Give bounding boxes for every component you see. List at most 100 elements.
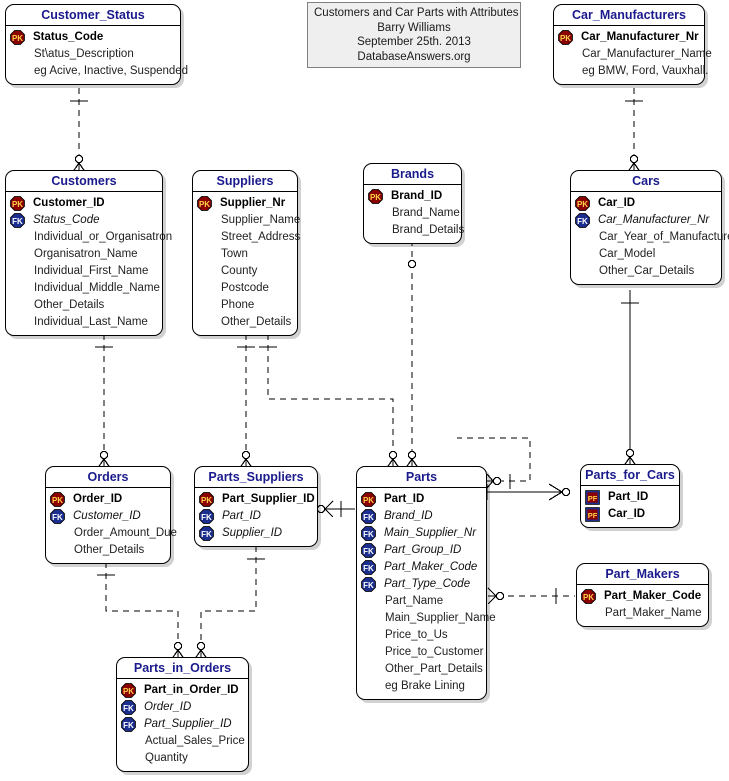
rel-customers-orders <box>94 334 114 473</box>
primary-key-icon: PK <box>575 196 590 211</box>
attribute-row: Individual_First_Name <box>10 263 158 280</box>
foreign-key-icon: FK <box>50 509 65 524</box>
attribute-label: Other_Part_Details <box>385 663 483 675</box>
attribute-list: PF Part_ID PF Car_ID <box>581 486 679 527</box>
entity-brands[interactable]: Brands PK Brand_ID Brand_Name Brand_Details <box>363 163 465 244</box>
attribute-row: FK Brand_ID <box>361 508 482 525</box>
attribute-row: Individual_or_Organisatron <box>10 229 172 246</box>
attribute-label: Part_Maker_Name <box>605 607 702 619</box>
attribute-label: Part_Maker_Code <box>604 590 702 602</box>
rel-brands-parts <box>402 240 422 473</box>
entity-title-parts: Parts <box>357 467 486 488</box>
entity-cars[interactable]: Cars PK Car_ID FK Car_Manufacturer_Nr Car_Yea… <box>570 170 729 285</box>
entity-title-cars: Cars <box>571 171 721 192</box>
attribute-row: Other_Details <box>197 314 293 331</box>
entity-title-orders: Orders <box>46 467 170 488</box>
attribute-label: Car_Manufacturer_Nr <box>598 214 710 226</box>
entity-suppliers[interactable]: Suppliers PK Supplier_Nr Supplier_Name Stree… <box>192 170 301 336</box>
entity-car_manufacturers[interactable]: Car_Manufacturers PK Car_Manufacturer_Nr Ca… <box>553 4 712 85</box>
entity-title-customer_status: Customer_Status <box>6 5 180 26</box>
attribute-row: Postcode <box>197 280 293 297</box>
primary-key-icon: PK <box>199 492 214 507</box>
entity-customers[interactable]: Customers PK Customer_ID FK Status_Code Indiv… <box>5 170 172 336</box>
rel-parts-part-makers <box>487 587 575 605</box>
attribute-list: PK Car_Manufacturer_Nr Car_Manufacturer_Na… <box>554 26 712 84</box>
attribute-row: Other_Car_Details <box>575 263 717 280</box>
attribute-row: Town <box>197 246 293 263</box>
primary-key-icon: PK <box>197 196 212 211</box>
foreign-key-icon: FK <box>361 509 376 524</box>
title-date: September 25th. 2013 <box>357 36 471 48</box>
attribute-row: Price_to_Us <box>361 627 482 644</box>
attribute-label: Customer_ID <box>73 510 141 522</box>
entity-parts[interactable]: Parts PK Part_ID FK Brand_ID FK Main_Supplier_… <box>356 466 496 700</box>
title-source: DatabaseAnswers.org <box>357 50 471 63</box>
entity-parts_suppliers[interactable]: Parts_Suppliers PK Part_Supplier_ID FK Part_… <box>194 466 318 547</box>
foreign-key-icon: FK <box>361 543 376 558</box>
primary-key-icon: PK <box>50 492 65 507</box>
rel-parts-parts-suppliers <box>316 500 355 518</box>
foreign-key-icon: FK <box>361 526 376 541</box>
attribute-row: Organisatron_Name <box>10 246 158 263</box>
attribute-row: Phone <box>197 297 293 314</box>
primary-foreign-key-icon: PF <box>585 490 600 505</box>
attribute-row: eg Brake Lining <box>361 678 482 695</box>
svg-text:FK: FK <box>201 513 212 522</box>
title-author: Barry Williams <box>377 21 451 34</box>
rel-suppliers-parts <box>259 334 403 473</box>
attribute-list: PK Part_in_Order_ID FK Order_ID FK Part_Suppl… <box>117 679 248 771</box>
entity-title-parts_suppliers: Parts_Suppliers <box>195 467 317 488</box>
attribute-label: Brand_Details <box>392 224 465 236</box>
attribute-label: Supplier_ID <box>222 527 283 539</box>
svg-text:PK: PK <box>370 193 381 202</box>
attribute-label: Supplier_Name <box>221 214 301 226</box>
entity-customer_status[interactable]: Customer_Status PK Status_Code St\atus_Desc… <box>5 4 188 85</box>
attribute-label: Car_ID <box>608 508 646 520</box>
attribute-row: FK Part_Type_Code <box>361 576 482 593</box>
primary-foreign-key-icon: PF <box>585 507 600 522</box>
svg-text:FK: FK <box>363 581 374 590</box>
foreign-key-icon: FK <box>199 526 214 541</box>
attribute-list: PK Supplier_Nr Supplier_Name Street_Address… <box>193 192 301 335</box>
attribute-list: PK Order_ID FK Customer_ID Order_Amount_Due O… <box>46 488 177 563</box>
attribute-list: PK Part_Supplier_ID FK Part_ID FK Supplier_ID <box>195 488 317 546</box>
attribute-label: Phone <box>221 299 255 311</box>
er-diagram-canvas: Customers and Car Parts with Attributes … <box>0 0 729 781</box>
attribute-label: Other_Car_Details <box>599 265 695 277</box>
entity-orders[interactable]: Orders PK Order_ID FK Customer_ID Order_Amoun… <box>45 466 177 564</box>
attribute-row: Quantity <box>121 750 244 767</box>
attribute-row: Other_Details <box>10 297 158 314</box>
attribute-label: Car_Manufacturer_Nr <box>581 31 699 43</box>
svg-text:FK: FK <box>363 564 374 573</box>
attribute-row: FK Part_Maker_Code <box>361 559 482 576</box>
svg-text:PF: PF <box>588 494 598 503</box>
entity-part_makers[interactable]: Part_Makers PK Part_Maker_Code Part_Maker_N… <box>576 563 709 627</box>
attribute-label: Brand_ID <box>384 510 433 522</box>
entity-title-car_manufacturers: Car_Manufacturers <box>554 5 704 26</box>
attribute-label: Part_Name <box>385 595 444 607</box>
svg-text:FK: FK <box>363 513 374 522</box>
entity-title-parts_in_orders: Parts_in_Orders <box>117 658 248 679</box>
attribute-label: Order_ID <box>73 493 123 505</box>
svg-text:PK: PK <box>52 496 63 505</box>
entity-parts_for_cars[interactable]: Parts_for_Cars PF Part_ID PF Car_ID <box>580 464 680 528</box>
entity-parts_in_orders[interactable]: Parts_in_Orders PK Part_in_Order_ID FK Order… <box>116 657 249 772</box>
attribute-label: Part_ID <box>608 491 649 503</box>
svg-text:PK: PK <box>123 687 134 696</box>
attribute-label: Part_Type_Code <box>384 578 471 590</box>
svg-text:PK: PK <box>577 200 588 209</box>
diagram-title-block: Customers and Car Parts with Attributes … <box>307 2 521 68</box>
attribute-row: Street_Address <box>197 229 300 246</box>
foreign-key-icon: FK <box>575 213 590 228</box>
rel-suppliers-parts-suppliers <box>236 334 256 473</box>
entity-title-parts_for_cars: Parts_for_Cars <box>581 465 679 486</box>
attribute-label: Individual_Last_Name <box>34 316 148 328</box>
attribute-row: Car_Year_of_Manufacture <box>575 229 729 246</box>
attribute-row: PK Supplier_Nr <box>197 195 293 212</box>
attribute-row: Individual_Last_Name <box>10 314 158 331</box>
attribute-label: Part_Supplier_ID <box>144 718 232 730</box>
attribute-label: Order_ID <box>144 701 192 713</box>
attribute-row: Other_Details <box>50 542 166 559</box>
foreign-key-icon: FK <box>121 700 136 715</box>
svg-text:FK: FK <box>52 513 63 522</box>
